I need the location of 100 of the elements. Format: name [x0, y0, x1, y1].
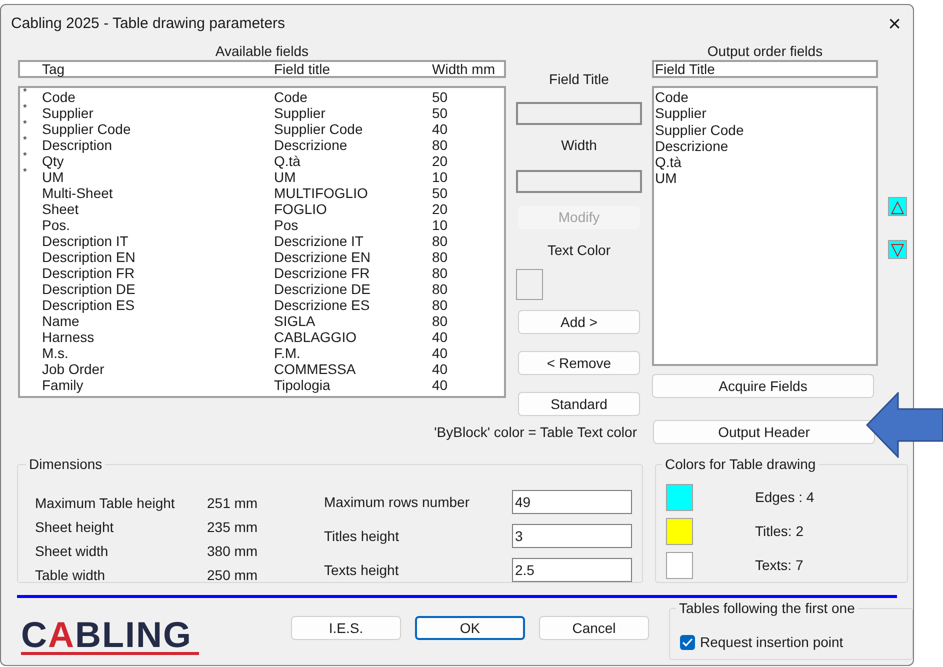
- checkbox[interactable]: [680, 635, 695, 650]
- list-cell[interactable]: Harness: [42, 329, 274, 345]
- dimension-value: 250 mm: [207, 566, 258, 582]
- color-label: Edges : 4: [755, 488, 814, 507]
- dimension-label: Sheet width: [35, 542, 110, 558]
- list-cell[interactable]: Descrizione: [274, 137, 432, 153]
- list-cell[interactable]: UM: [274, 169, 432, 185]
- list-cell[interactable]: Code: [42, 89, 274, 105]
- list-cell[interactable]: F.M.: [274, 345, 432, 361]
- list-cell[interactable]: Multi-Sheet: [42, 185, 274, 201]
- column-header[interactable]: Tag: [42, 62, 274, 76]
- list-cell[interactable]: 80: [432, 313, 448, 329]
- list-cell[interactable]: Name: [42, 313, 274, 329]
- list-item[interactable]: Q.tà: [654, 154, 876, 170]
- checkbox-label[interactable]: Request insertion point: [700, 632, 844, 653]
- list-cell[interactable]: 40: [432, 345, 448, 361]
- dimension-label: Titles height: [324, 526, 400, 546]
- list-item[interactable]: Supplier: [654, 105, 876, 122]
- output-header-button[interactable]: Output Header: [653, 420, 875, 444]
- list-cell[interactable]: Tipologia: [274, 377, 432, 393]
- dimension-value: 235 mm: [207, 518, 258, 534]
- list-cell[interactable]: 40: [432, 121, 448, 137]
- dialog-button[interactable]: OK: [415, 616, 525, 640]
- checkmark-icon: [682, 638, 693, 647]
- list-cell[interactable]: Q.tà: [274, 153, 432, 169]
- list-cell[interactable]: Supplier Code: [42, 121, 274, 137]
- list-cell[interactable]: Descrizione DE: [274, 281, 432, 297]
- list-cell[interactable]: UM: [42, 169, 274, 185]
- input-field[interactable]: 49: [512, 490, 632, 514]
- column-header[interactable]: Field title: [274, 62, 432, 76]
- list-cell[interactable]: Description FR: [42, 265, 274, 281]
- list-cell[interactable]: M.s.: [42, 345, 274, 361]
- list-cell[interactable]: Qty: [42, 153, 274, 169]
- column-header[interactable]: Width mm: [432, 62, 495, 76]
- list-cell[interactable]: Description ES: [42, 297, 274, 313]
- input-field[interactable]: 3: [512, 524, 632, 548]
- list-cell[interactable]: 80: [432, 281, 448, 297]
- dimension-label: Sheet height: [35, 518, 115, 534]
- list-cell[interactable]: MULTIFOGLIO: [274, 185, 432, 201]
- dialog-button[interactable]: I.E.S.: [291, 616, 401, 640]
- required-mark: *: [23, 135, 27, 146]
- list-cell[interactable]: 80: [432, 297, 448, 313]
- list-cell[interactable]: 80: [432, 249, 448, 265]
- list-cell[interactable]: Description EN: [42, 249, 274, 265]
- list-cell[interactable]: 40: [432, 377, 448, 393]
- header-field[interactable]: Field Title: [652, 60, 878, 78]
- list-cell[interactable]: SIGLA: [274, 313, 432, 329]
- list-cell[interactable]: Supplier: [42, 105, 274, 121]
- standard-button[interactable]: Standard: [518, 392, 640, 416]
- input-field[interactable]: [516, 170, 642, 193]
- color-swatch[interactable]: [666, 518, 693, 545]
- list-cell[interactable]: FOGLIO: [274, 201, 432, 217]
- color-swatch[interactable]: [516, 269, 543, 300]
- list-cell[interactable]: CABLAGGIO: [274, 329, 432, 345]
- list-cell[interactable]: Description DE: [42, 281, 274, 297]
- list-item[interactable]: Code: [654, 89, 876, 106]
- color-swatch[interactable]: [666, 484, 693, 511]
- logo: CABLING: [21, 618, 199, 655]
- list-cell[interactable]: 80: [432, 265, 448, 281]
- list-cell[interactable]: Descrizione EN: [274, 249, 432, 265]
- move-down-button[interactable]: ▽: [888, 240, 907, 259]
- list-item[interactable]: UM: [654, 170, 876, 187]
- list-cell[interactable]: COMMESSA: [274, 361, 432, 377]
- list-cell[interactable]: 50: [432, 105, 448, 121]
- color-swatch[interactable]: [666, 552, 693, 579]
- input-field[interactable]: [516, 102, 642, 125]
- list-cell[interactable]: Descrizione ES: [274, 297, 432, 313]
- list-cell[interactable]: 80: [432, 137, 448, 153]
- close-button[interactable]: ×: [888, 13, 901, 35]
- list-cell[interactable]: 20: [432, 153, 448, 169]
- list-cell[interactable]: Supplier: [274, 105, 432, 121]
- list-cell[interactable]: Description IT: [42, 233, 274, 249]
- add-button[interactable]: Add >: [518, 310, 640, 334]
- list-cell[interactable]: 50: [432, 89, 448, 105]
- list-item[interactable]: Supplier Code: [654, 122, 876, 138]
- list-cell[interactable]: Family: [42, 377, 274, 393]
- list-cell[interactable]: Code: [274, 89, 432, 105]
- list-cell[interactable]: Job Order: [42, 361, 274, 377]
- window-title: Cabling 2025 - Table drawing parameters: [11, 14, 286, 34]
- list-cell[interactable]: 10: [432, 217, 448, 233]
- list-cell[interactable]: 40: [432, 361, 448, 377]
- list-cell[interactable]: 10: [432, 169, 448, 185]
- acquire-fields-button[interactable]: Acquire Fields: [652, 374, 874, 398]
- move-up-button[interactable]: △: [888, 197, 907, 216]
- remove-button[interactable]: < Remove: [518, 351, 640, 375]
- input-field[interactable]: 2.5: [512, 558, 632, 582]
- list-cell[interactable]: Supplier Code: [274, 121, 432, 137]
- list-cell[interactable]: Description: [42, 137, 274, 153]
- list-cell[interactable]: Pos.: [42, 217, 274, 233]
- list-cell[interactable]: 50: [432, 185, 448, 201]
- list-cell[interactable]: 40: [432, 329, 448, 345]
- dimension-value: 251 mm: [207, 494, 258, 510]
- list-cell[interactable]: 80: [432, 233, 448, 249]
- list-cell[interactable]: Descrizione FR: [274, 265, 432, 281]
- list-item[interactable]: Descrizione: [654, 138, 876, 154]
- list-cell[interactable]: Pos: [274, 217, 432, 233]
- list-cell[interactable]: 20: [432, 201, 448, 217]
- list-cell[interactable]: Descrizione IT: [274, 233, 432, 249]
- list-cell[interactable]: Sheet: [42, 201, 274, 217]
- dialog-button[interactable]: Cancel: [539, 616, 649, 640]
